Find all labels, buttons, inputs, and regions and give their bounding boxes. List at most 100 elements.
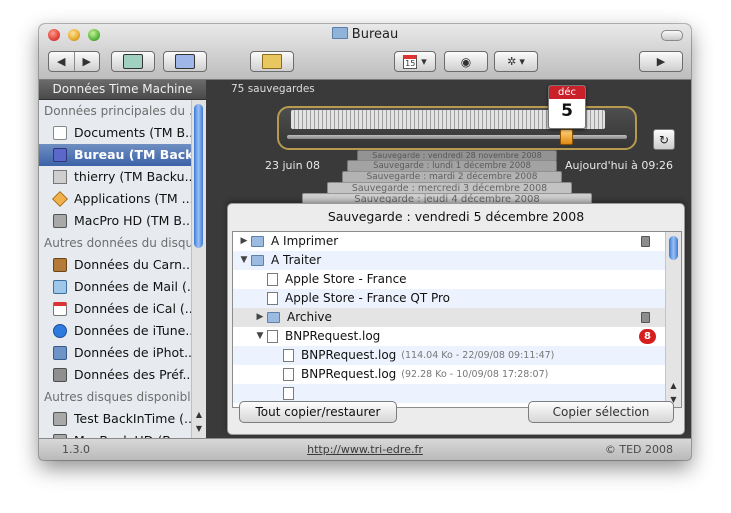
- backup-card: Sauvegarde : vendredi 5 décembre 2008 ▶ …: [227, 203, 685, 435]
- sidebar-item-thierry[interactable]: thierry (TM Backu...: [39, 166, 206, 188]
- reveal-folder-button[interactable]: [250, 51, 294, 72]
- folder-icon: [262, 54, 282, 69]
- forward-button[interactable]: ▶: [75, 55, 100, 68]
- toolbar-toggle-button[interactable]: [661, 30, 683, 41]
- folder-icon: [331, 27, 348, 39]
- file-icon: [283, 368, 294, 381]
- sidebar-item-label: MacBook HD (Ba...: [74, 430, 190, 438]
- trash-icon[interactable]: [641, 236, 650, 247]
- file-name: BNPRequest.log: [301, 367, 397, 381]
- file-row[interactable]: ▶ Archive: [233, 308, 666, 327]
- sidebar-item-ical[interactable]: Données de iCal (...: [39, 298, 206, 320]
- sidebar-item-label: Données du Carn...: [74, 257, 194, 272]
- gear-icon: ✲: [507, 55, 517, 68]
- sidebar-item-label: Applications (TM ...: [74, 191, 194, 206]
- sidebar-scroll-arrows[interactable]: ▲ ▼: [192, 408, 206, 438]
- back-button[interactable]: ◀: [49, 55, 74, 68]
- file-row[interactable]: ▼ BNPRequest.log 8: [233, 327, 666, 346]
- play-icon: ▶: [656, 55, 666, 68]
- title-bar: Bureau ◀ ▶ 15 ▾ ◉ ✲ ▾ ▶: [39, 24, 691, 80]
- sidebar-item-documents[interactable]: Documents (TM B...: [39, 122, 206, 144]
- sidebar-item-preferences[interactable]: Données des Préf...: [39, 364, 206, 386]
- file-list: ▶ A Imprimer ▼ A Traiter Apple Store - F…: [232, 231, 682, 408]
- sidebar-item-label: Bureau (TM Backu...: [74, 147, 206, 162]
- time-machine-icon: [123, 54, 143, 69]
- timeline-thumb[interactable]: [560, 129, 573, 145]
- timeline-track[interactable]: [287, 135, 627, 139]
- sidebar-item-itunes[interactable]: Données de iTune...: [39, 320, 206, 342]
- mail-icon: [53, 280, 67, 294]
- info-button[interactable]: [163, 51, 207, 72]
- sidebar-item-label: Documents (TM B...: [74, 125, 198, 140]
- disclosure-triangle-icon[interactable]: ▶: [253, 308, 267, 327]
- play-button[interactable]: ▶: [639, 51, 683, 72]
- copy-all-button[interactable]: Tout copier/restaurer: [239, 401, 397, 423]
- sidebar-item-iphoto[interactable]: Données de iPhot...: [39, 342, 206, 364]
- scroll-up-icon[interactable]: ▲: [192, 408, 206, 422]
- sidebar-item-label: Données de iCal (...: [74, 301, 197, 316]
- applications-icon: [52, 191, 68, 207]
- sidebar-scroll-thumb[interactable]: [194, 104, 203, 248]
- calendar-date-icon: déc 5: [548, 85, 586, 129]
- calendar-month: déc: [549, 86, 585, 99]
- iphoto-icon: [53, 346, 67, 360]
- website-link[interactable]: http://www.tri-edre.fr: [39, 443, 691, 456]
- sidebar-item-mail[interactable]: Données de Mail (...: [39, 276, 206, 298]
- hard-disk-icon: [53, 214, 67, 228]
- file-icon: [267, 330, 278, 343]
- sidebar-item-label: Données de iTune...: [74, 323, 198, 338]
- back-forward-control: ◀ ▶: [48, 51, 100, 72]
- sidebar-item-macbook-hd[interactable]: MacBook HD (Ba...: [39, 430, 206, 438]
- sidebar-item-label: MacPro HD (TM B...: [74, 213, 194, 228]
- preferences-icon: [53, 368, 67, 382]
- file-meta: (92.28 Ko - 10/09/08 17:28:07): [401, 369, 549, 380]
- chevron-down-icon: ▾: [519, 55, 525, 68]
- sidebar-group-header: Données principales du ...: [44, 104, 201, 118]
- file-row[interactable]: BNPRequest.log (92.28 Ko - 10/09/08 17:2…: [233, 365, 666, 384]
- desktop-icon: [53, 148, 67, 162]
- folder-icon: [267, 312, 280, 323]
- disclosure-triangle-icon[interactable]: ▶: [237, 232, 251, 251]
- file-name: BNPRequest.log: [285, 329, 381, 343]
- trash-icon[interactable]: [641, 312, 650, 323]
- home-icon: [53, 170, 67, 184]
- sidebar-item-test-backintime[interactable]: Test BackInTime (...: [39, 408, 206, 430]
- sidebar-item-applications[interactable]: Applications (TM ...: [39, 188, 206, 210]
- file-meta: (114.04 Ko - 22/09/08 09:11:47): [401, 350, 555, 361]
- file-row[interactable]: Apple Store - France QT Pro: [233, 289, 666, 308]
- file-list-scrollbar[interactable]: ▲ ▼: [665, 232, 681, 407]
- timeline-end-label: Aujourd'hui à 09:26: [565, 159, 674, 172]
- calendar-icon: 15: [403, 54, 418, 69]
- copy-selection-button[interactable]: Copier sélection: [528, 401, 674, 423]
- time-machine-button[interactable]: [111, 51, 155, 72]
- version-count-badge: 8: [639, 329, 656, 344]
- file-name: Archive: [287, 310, 332, 324]
- calendar-day: 5: [561, 101, 573, 121]
- file-row[interactable]: BNPRequest.log (114.04 Ko - 22/09/08 09:…: [233, 346, 666, 365]
- sidebar-group-header: Autres données du disque...: [44, 236, 206, 250]
- calendar-button[interactable]: 15 ▾: [394, 51, 436, 72]
- chevron-down-icon: ▾: [421, 55, 427, 68]
- sidebar-scrollbar[interactable]: ▲ ▼: [191, 100, 206, 438]
- address-book-icon: [53, 258, 67, 272]
- file-list-scroll-thumb[interactable]: [669, 236, 678, 260]
- refresh-button[interactable]: ↻: [653, 129, 675, 150]
- sidebar-group-header: Autres disques disponibles: [44, 390, 205, 404]
- action-menu-button[interactable]: ✲ ▾: [494, 51, 538, 72]
- scroll-up-icon[interactable]: ▲: [666, 379, 681, 393]
- sidebar-item-bureau[interactable]: Bureau (TM Backu...: [39, 144, 206, 166]
- file-name: Apple Store - France QT Pro: [285, 291, 450, 305]
- ical-icon: [53, 302, 67, 316]
- file-row[interactable]: ▶ A Imprimer: [233, 232, 666, 251]
- sidebar-item-carnet[interactable]: Données du Carn...: [39, 254, 206, 276]
- file-row[interactable]: ▼ A Traiter: [233, 251, 666, 270]
- file-row[interactable]: Apple Store - France: [233, 270, 666, 289]
- file-name: BNPRequest.log: [301, 348, 397, 362]
- timeline-start-label: 23 juin 08: [265, 159, 321, 172]
- disclosure-triangle-icon[interactable]: ▼: [237, 251, 251, 270]
- disclosure-triangle-icon[interactable]: ▼: [253, 327, 267, 346]
- scroll-down-icon[interactable]: ▼: [192, 422, 206, 436]
- arrow-left-icon: ◀: [57, 55, 66, 68]
- preview-button[interactable]: ◉: [444, 51, 488, 72]
- sidebar-item-macpro-hd[interactable]: MacPro HD (TM B...: [39, 210, 206, 232]
